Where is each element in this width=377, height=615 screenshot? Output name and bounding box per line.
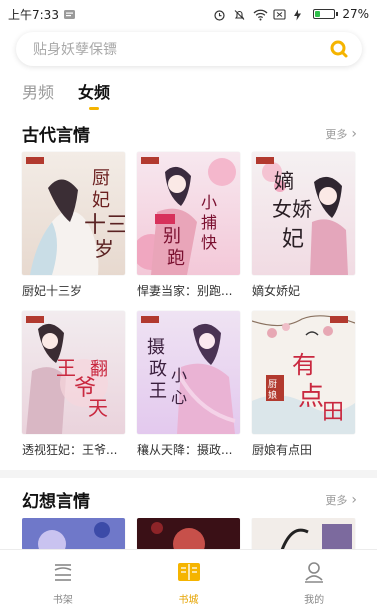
svg-text:小: 小 [171, 366, 187, 385]
svg-text:心: 心 [171, 388, 187, 407]
svg-text:天: 天 [88, 396, 108, 420]
book-cover[interactable]: 别 跑 小 捕 快 [137, 152, 240, 275]
bookshelf-icon[interactable] [50, 559, 76, 585]
svg-text:娘: 娘 [268, 389, 277, 401]
charging-icon [293, 9, 306, 20]
svg-text:岁: 岁 [94, 237, 114, 261]
nav-bookstore[interactable]: 书城 [126, 550, 252, 615]
nav-profile[interactable]: 我的 [251, 550, 377, 615]
status-time: 上午7:33 [8, 7, 59, 22]
svg-text:跑: 跑 [167, 248, 185, 269]
nav-label[interactable]: 我的 [304, 591, 324, 606]
book-title[interactable]: 嫡女娇妃 [252, 283, 355, 299]
notification-icon [63, 9, 76, 20]
svg-text:别: 别 [163, 226, 181, 247]
book-title[interactable]: 穰从天降：摄政... [137, 442, 240, 458]
battery-fill [315, 11, 321, 17]
svg-text:田: 田 [322, 400, 344, 425]
status-left: 上午7:33 [8, 6, 76, 23]
svg-text:十三: 十三 [84, 213, 125, 238]
svg-text:摄: 摄 [147, 337, 165, 358]
book-item[interactable]: 摄 政 王 小 心 穰从天降：摄政... [137, 311, 240, 458]
book-item[interactable]: 厨 妃 十三 岁 厨妃十三岁 [22, 152, 125, 299]
book-cover[interactable]: 厨 妃 十三 岁 [22, 152, 125, 275]
search-icon[interactable] [328, 38, 350, 60]
svg-text:捕: 捕 [201, 213, 217, 232]
wifi-icon [253, 9, 268, 20]
book-title[interactable]: 透视狂妃：王爷... [22, 442, 125, 458]
section-title: 幻想言情 [22, 492, 90, 512]
status-bar: 上午7:33 27% [0, 0, 377, 28]
svg-text:有: 有 [292, 351, 316, 379]
search-bar[interactable]: 贴身妖孽保镖 [16, 32, 362, 66]
section-title: 古代言情 [22, 126, 90, 146]
book-row-peek [22, 518, 356, 550]
battery-percent: 27% [342, 7, 369, 21]
book-cover[interactable]: 有 点 田 厨 娘 [252, 311, 355, 434]
nav-bookshelf[interactable]: 书架 [0, 550, 126, 615]
section-header-ancient: 古代言情 更多 › [22, 121, 357, 147]
book-grid: 厨 妃 十三 岁 厨妃十三岁 别 跑 小 捕 快 悍妻当家：别跑... 嫡 女娇… [22, 152, 356, 458]
more-label: 更多 [325, 493, 348, 507]
bookstore-icon[interactable] [176, 559, 202, 585]
sim-icon [273, 8, 286, 20]
silent-icon [233, 9, 246, 20]
book-cover[interactable] [22, 518, 125, 550]
svg-text:厨: 厨 [268, 379, 277, 390]
book-item[interactable]: 别 跑 小 捕 快 悍妻当家：别跑... [137, 152, 240, 299]
book-cover[interactable]: 摄 政 王 小 心 [137, 311, 240, 434]
book-cover[interactable]: 嫡 女娇 妃 [252, 152, 355, 275]
section-header-fantasy: 幻想言情 更多 › [22, 487, 357, 513]
book-item[interactable]: 有 点 田 厨 娘 厨娘有点田 [252, 311, 355, 458]
search-input[interactable]: 贴身妖孽保镖 [33, 39, 117, 59]
svg-text:王: 王 [56, 356, 76, 380]
svg-text:妃: 妃 [92, 190, 110, 211]
nav-label[interactable]: 书城 [179, 591, 199, 606]
more-label: 更多 [325, 127, 348, 141]
alarm-icon [213, 9, 226, 21]
svg-text:嫡: 嫡 [274, 169, 294, 193]
book-cover[interactable] [137, 518, 240, 550]
status-right: 27% [213, 7, 369, 21]
chevron-right-icon: › [351, 491, 357, 508]
book-item[interactable]: 王 爷 翻 天 透视狂妃：王爷... [22, 311, 125, 458]
book-title[interactable]: 厨妃十三岁 [22, 283, 125, 299]
svg-text:翻: 翻 [90, 359, 108, 380]
more-link[interactable]: 更多 › [325, 492, 357, 508]
svg-text:王: 王 [149, 381, 167, 402]
book-item[interactable]: 嫡 女娇 妃 嫡女娇妃 [252, 152, 355, 299]
svg-text:妃: 妃 [282, 227, 304, 252]
svg-text:厨: 厨 [92, 168, 110, 189]
nav-label[interactable]: 书架 [53, 591, 73, 606]
book-title[interactable]: 厨娘有点田 [252, 442, 355, 458]
book-cover[interactable] [252, 518, 355, 550]
gender-tabs: 男频 女频 [22, 82, 110, 110]
svg-text:女娇: 女娇 [272, 197, 312, 221]
tab-female[interactable]: 女频 [78, 82, 110, 110]
more-link[interactable]: 更多 › [325, 126, 357, 142]
bottom-nav: 书架 书城 我的 [0, 549, 377, 615]
chevron-right-icon: › [351, 125, 357, 142]
svg-text:点: 点 [298, 382, 324, 412]
book-cover[interactable]: 王 爷 翻 天 [22, 311, 125, 434]
profile-icon[interactable] [301, 559, 327, 585]
svg-text:政: 政 [149, 359, 167, 380]
battery-icon [313, 9, 339, 19]
svg-text:小: 小 [201, 193, 217, 212]
book-title[interactable]: 悍妻当家：别跑... [137, 283, 240, 299]
tab-male[interactable]: 男频 [22, 82, 54, 110]
section-divider [0, 470, 377, 478]
svg-text:快: 快 [201, 233, 217, 252]
